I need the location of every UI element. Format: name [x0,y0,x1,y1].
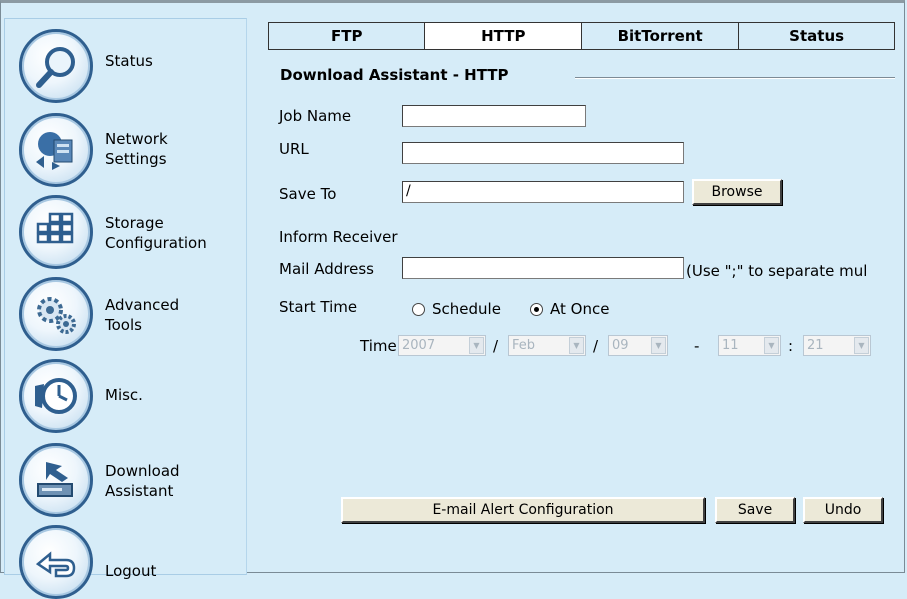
sidebar: Status Network Settings Storage Configur… [4,18,247,599]
schedule-radio[interactable] [412,303,425,316]
sidebar-item-label: Download Assistant [105,462,180,500]
sidebar-item-label: Status [105,52,153,70]
clock-icon [19,359,93,433]
sidebar-item-label: Advanced Tools [105,296,180,334]
sidebar-item-advanced-tools[interactable]: Advanced Tools [19,277,244,351]
url-input[interactable] [402,142,684,164]
tab-ftp[interactable]: FTP [267,22,426,50]
network-globe-icon [19,113,93,187]
sidebar-item-network-settings[interactable]: Network Settings [19,113,244,187]
month-select[interactable]: Feb ▼ [508,335,586,356]
sidebar-item-status[interactable]: Status [19,29,244,103]
time-colon-separator: : [788,337,794,355]
mail-address-hint: (Use ";" to separate mul [686,262,868,280]
sidebar-item-download-assistant[interactable]: Download Assistant [19,443,244,517]
sidebar-item-label: Logout [105,562,157,580]
start-time-label: Start Time [279,298,358,316]
sidebar-item-storage-configuration[interactable]: Storage Configuration [19,195,244,269]
mail-address-label: Mail Address [279,260,374,278]
save-to-input[interactable]: / [402,181,684,203]
section-title: Download Assistant - HTTP [280,66,517,84]
chevron-down-icon: ▼ [651,337,666,354]
email-alert-configuration-button[interactable]: E-mail Alert Configuration [341,497,705,523]
mail-address-input[interactable] [402,257,684,279]
undo-button[interactable]: Undo [803,497,883,523]
browse-button[interactable]: Browse [692,179,782,205]
sidebar-item-label: Storage Configuration [105,214,207,252]
day-value: 09 [612,338,629,353]
gears-icon [19,277,93,351]
year-select[interactable]: 2007 ▼ [398,335,486,356]
time-label: Time [360,337,397,355]
sidebar-item-misc[interactable]: Misc. [19,359,244,433]
save-button[interactable]: Save [715,497,795,523]
chevron-down-icon: ▼ [854,337,869,354]
chevron-down-icon: ▼ [764,337,779,354]
chevron-down-icon: ▼ [569,337,584,354]
job-name-input[interactable] [402,105,586,127]
year-value: 2007 [402,338,436,353]
sidebar-item-label: Network Settings [105,130,168,168]
storage-grid-icon [19,195,93,269]
dash-separator: - [694,337,700,355]
section-divider [575,77,895,79]
chevron-down-icon: ▼ [469,337,484,354]
at-once-radio-label[interactable]: At Once [550,300,609,318]
magnifier-icon [19,29,93,103]
at-once-radio[interactable] [530,303,543,316]
job-name-label: Job Name [279,107,352,125]
download-tray-icon [19,443,93,517]
url-label: URL [279,140,309,158]
schedule-radio-label[interactable]: Schedule [432,300,501,318]
tab-bar: FTP HTTP BitTorrent Status [267,22,895,50]
hour-select[interactable]: 11 ▼ [718,335,781,356]
sidebar-item-logout[interactable]: Logout [19,525,244,599]
month-value: Feb [512,338,536,353]
hour-value: 11 [722,338,739,353]
tab-bittorrent[interactable]: BitTorrent [581,22,740,50]
inform-receiver-label: Inform Receiver [279,228,398,246]
tab-status[interactable]: Status [738,22,895,50]
sidebar-item-label: Misc. [105,386,143,404]
minute-value: 21 [807,338,824,353]
tab-http[interactable]: HTTP [424,22,583,50]
date-separator: / [493,337,499,355]
save-to-label: Save To [279,185,337,203]
day-select[interactable]: 09 ▼ [608,335,668,356]
minute-select[interactable]: 21 ▼ [803,335,871,356]
logout-arrow-icon [19,525,93,599]
date-separator: / [593,337,599,355]
